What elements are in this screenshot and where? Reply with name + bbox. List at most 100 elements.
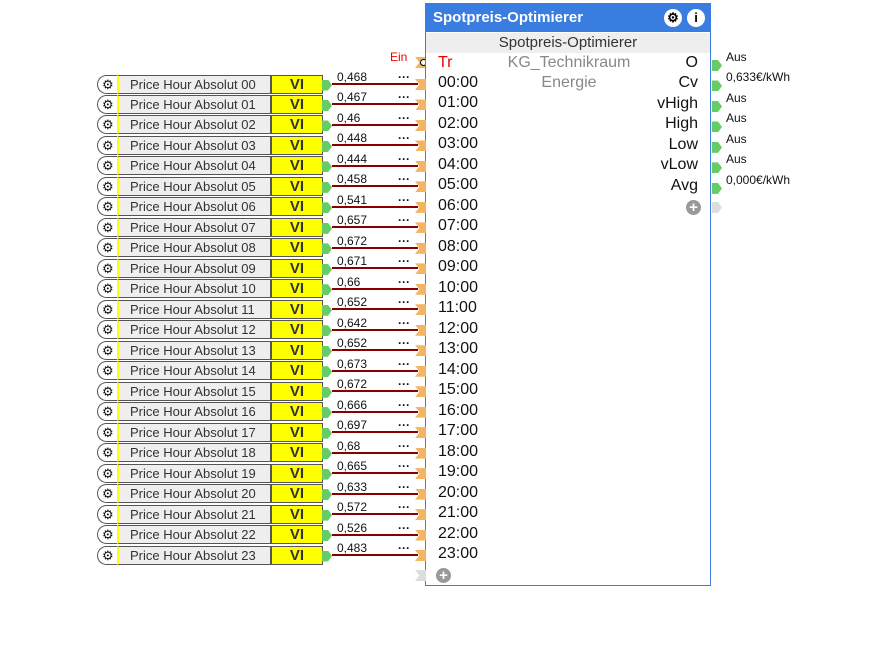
source-block-row[interactable]: ⚙ Price Hour Absolut 08 VI bbox=[97, 238, 323, 258]
source-block-row[interactable]: ⚙ Price Hour Absolut 21 VI bbox=[97, 504, 323, 524]
source-block-row[interactable]: ⚙ Price Hour Absolut 23 VI bbox=[97, 545, 323, 565]
spotpreis-optimierer-block[interactable]: Spotpreis-Optimierer ⚙ i Spotpreis-Optim… bbox=[425, 3, 711, 586]
source-settings-button[interactable]: ⚙ bbox=[97, 525, 119, 545]
source-output-port[interactable] bbox=[322, 181, 332, 193]
source-output-port[interactable] bbox=[322, 304, 332, 316]
source-settings-button[interactable]: ⚙ bbox=[97, 258, 119, 278]
source-settings-button[interactable]: ⚙ bbox=[97, 156, 119, 176]
gear-icon: ⚙ bbox=[102, 445, 114, 461]
source-settings-button[interactable]: ⚙ bbox=[97, 402, 119, 422]
source-output-port[interactable] bbox=[322, 161, 332, 173]
source-output-port[interactable] bbox=[322, 325, 332, 337]
source-output-port[interactable] bbox=[322, 550, 332, 562]
source-settings-button[interactable]: ⚙ bbox=[97, 217, 119, 237]
source-settings-button[interactable]: ⚙ bbox=[97, 94, 119, 114]
source-block-row[interactable]: ⚙ Price Hour Absolut 00 VI bbox=[97, 74, 323, 94]
output-port[interactable] bbox=[712, 141, 722, 153]
output-port[interactable] bbox=[712, 60, 722, 71]
add-output-icon[interactable]: + bbox=[686, 200, 701, 215]
source-output-port[interactable] bbox=[322, 284, 332, 296]
source-settings-button[interactable]: ⚙ bbox=[97, 115, 119, 135]
connection-more-dots: ··· bbox=[398, 315, 410, 330]
source-settings-button[interactable]: ⚙ bbox=[97, 197, 119, 217]
source-block-row[interactable]: ⚙ Price Hour Absolut 14 VI bbox=[97, 361, 323, 381]
source-output-port[interactable] bbox=[322, 366, 332, 378]
block-header[interactable]: Spotpreis-Optimierer ⚙ i bbox=[426, 4, 710, 32]
connection-value: 0,572 bbox=[337, 500, 368, 515]
source-output-port[interactable] bbox=[322, 530, 332, 542]
source-settings-button[interactable]: ⚙ bbox=[97, 74, 119, 94]
source-block-row[interactable]: ⚙ Price Hour Absolut 15 VI bbox=[97, 381, 323, 401]
source-block-row[interactable]: ⚙ Price Hour Absolut 03 VI bbox=[97, 135, 323, 155]
source-settings-button[interactable]: ⚙ bbox=[97, 504, 119, 524]
source-block-row[interactable]: ⚙ Price Hour Absolut 09 VI bbox=[97, 258, 323, 278]
connection-more-dots: ··· bbox=[398, 192, 410, 207]
source-output-port[interactable] bbox=[322, 99, 332, 111]
output-port[interactable] bbox=[712, 80, 722, 92]
input-label: 13:00 bbox=[438, 340, 479, 358]
source-settings-button[interactable]: ⚙ bbox=[97, 299, 119, 319]
source-settings-button[interactable]: ⚙ bbox=[97, 135, 119, 155]
source-output-port[interactable] bbox=[322, 489, 332, 501]
source-output-port[interactable] bbox=[322, 79, 332, 91]
source-output-port[interactable] bbox=[322, 140, 332, 152]
source-block-row[interactable]: ⚙ Price Hour Absolut 20 VI bbox=[97, 484, 323, 504]
source-settings-button[interactable]: ⚙ bbox=[97, 340, 119, 360]
input-label: 11:00 bbox=[438, 299, 477, 317]
source-output-port[interactable] bbox=[322, 386, 332, 398]
source-output-port[interactable] bbox=[322, 222, 332, 234]
source-settings-button[interactable]: ⚙ bbox=[97, 238, 119, 258]
source-block-row[interactable]: ⚙ Price Hour Absolut 22 VI bbox=[97, 525, 323, 545]
source-block-row[interactable]: ⚙ Price Hour Absolut 04 VI bbox=[97, 156, 323, 176]
output-port[interactable] bbox=[712, 121, 722, 133]
source-output-port[interactable] bbox=[322, 427, 332, 439]
source-output-port[interactable] bbox=[322, 448, 332, 460]
source-output-port[interactable] bbox=[322, 407, 332, 419]
source-output-port[interactable] bbox=[322, 120, 332, 132]
source-block-row[interactable]: ⚙ Price Hour Absolut 19 VI bbox=[97, 463, 323, 483]
gear-icon: ⚙ bbox=[102, 158, 114, 174]
source-output-port[interactable] bbox=[322, 509, 332, 521]
info-icon[interactable]: i bbox=[687, 9, 705, 27]
source-settings-button[interactable]: ⚙ bbox=[97, 443, 119, 463]
source-output-port[interactable] bbox=[322, 202, 332, 214]
source-output-port[interactable] bbox=[322, 345, 332, 357]
connection-more-dots: ··· bbox=[398, 90, 410, 105]
source-settings-button[interactable]: ⚙ bbox=[97, 463, 119, 483]
source-output-port[interactable] bbox=[322, 263, 332, 275]
source-output-port[interactable] bbox=[322, 243, 332, 255]
source-block-row[interactable]: ⚙ Price Hour Absolut 18 VI bbox=[97, 443, 323, 463]
source-name: Price Hour Absolut 05 bbox=[117, 176, 271, 196]
input-label: 19:00 bbox=[438, 463, 479, 481]
output-port[interactable] bbox=[712, 162, 722, 174]
source-settings-button[interactable]: ⚙ bbox=[97, 320, 119, 340]
source-block-row[interactable]: ⚙ Price Hour Absolut 12 VI bbox=[97, 320, 323, 340]
source-block-row[interactable]: ⚙ Price Hour Absolut 16 VI bbox=[97, 402, 323, 422]
settings-gear-icon[interactable]: ⚙ bbox=[664, 9, 682, 27]
source-block-row[interactable]: ⚙ Price Hour Absolut 01 VI bbox=[97, 94, 323, 114]
source-block-row[interactable]: ⚙ Price Hour Absolut 10 VI bbox=[97, 279, 323, 299]
output-port[interactable] bbox=[712, 182, 722, 194]
source-settings-button[interactable]: ⚙ bbox=[97, 422, 119, 442]
source-settings-button[interactable]: ⚙ bbox=[97, 176, 119, 196]
add-input-icon[interactable]: + bbox=[436, 568, 451, 583]
source-settings-button[interactable]: ⚙ bbox=[97, 484, 119, 504]
source-settings-button[interactable]: ⚙ bbox=[97, 545, 119, 565]
source-block-row[interactable]: ⚙ Price Hour Absolut 13 VI bbox=[97, 340, 323, 360]
gear-icon: ⚙ bbox=[102, 527, 114, 543]
input-label: 03:00 bbox=[438, 135, 479, 153]
source-settings-button[interactable]: ⚙ bbox=[97, 279, 119, 299]
gear-icon: ⚙ bbox=[102, 486, 114, 502]
input-label: 04:00 bbox=[438, 155, 479, 173]
source-name: Price Hour Absolut 02 bbox=[117, 115, 271, 135]
source-block-row[interactable]: ⚙ Price Hour Absolut 07 VI bbox=[97, 217, 323, 237]
output-port[interactable] bbox=[712, 100, 722, 112]
source-output-port[interactable] bbox=[322, 468, 332, 480]
source-block-row[interactable]: ⚙ Price Hour Absolut 02 VI bbox=[97, 115, 323, 135]
source-block-row[interactable]: ⚙ Price Hour Absolut 11 VI bbox=[97, 299, 323, 319]
source-block-row[interactable]: ⚙ Price Hour Absolut 05 VI bbox=[97, 176, 323, 196]
source-settings-button[interactable]: ⚙ bbox=[97, 381, 119, 401]
source-settings-button[interactable]: ⚙ bbox=[97, 361, 119, 381]
source-block-row[interactable]: ⚙ Price Hour Absolut 17 VI bbox=[97, 422, 323, 442]
source-block-row[interactable]: ⚙ Price Hour Absolut 06 VI bbox=[97, 197, 323, 217]
